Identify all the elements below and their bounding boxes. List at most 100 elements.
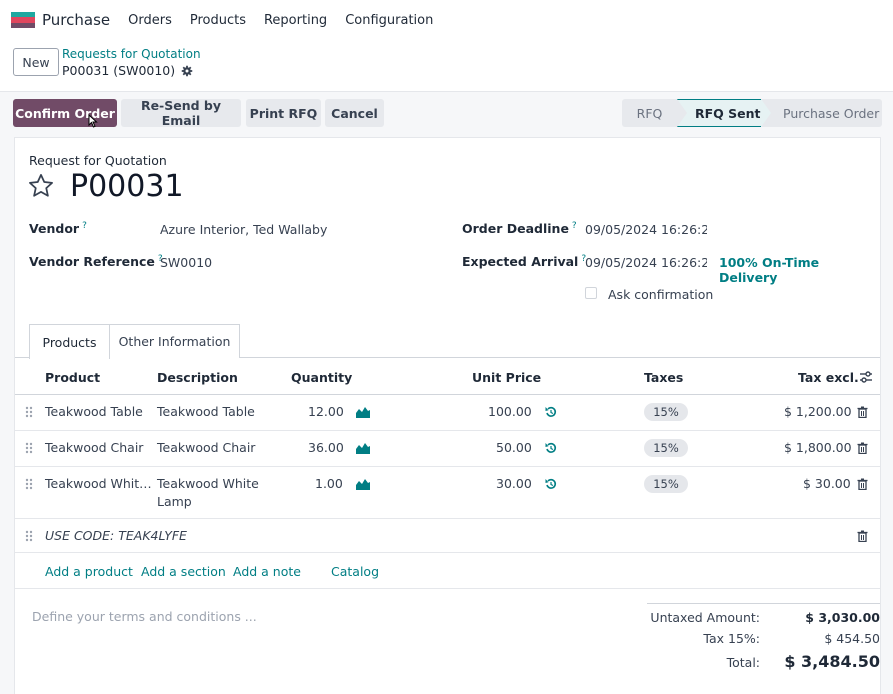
tax-badge[interactable]: 15% (644, 439, 688, 457)
row-description[interactable]: Teakwood White (157, 476, 259, 491)
form-type-label: Request for Quotation (29, 153, 167, 168)
forecast-chart-icon[interactable] (356, 406, 370, 418)
column-settings-icon[interactable] (859, 370, 873, 384)
add-section-link[interactable]: Add a section (141, 564, 226, 579)
status-bar: RFQ RFQ Sent Purchase Order (622, 99, 882, 127)
gear-icon[interactable] (181, 65, 193, 77)
total-label: Total: (726, 655, 760, 670)
total-value: $ 3,484.50 (784, 652, 880, 671)
forecast-chart-icon[interactable] (356, 442, 370, 454)
column-taxes[interactable]: Taxes (644, 370, 683, 385)
reset-price-icon[interactable] (545, 478, 557, 490)
order-title: P00031 (70, 169, 184, 204)
tab-products[interactable]: Products (29, 324, 110, 359)
on-time-delivery-link[interactable]: 100% On-Time Delivery (719, 255, 880, 285)
drag-handle-icon[interactable] (25, 530, 33, 542)
trash-icon[interactable] (857, 406, 868, 418)
column-unit-price[interactable]: Unit Price (472, 370, 541, 385)
menu-reporting[interactable]: Reporting (264, 13, 327, 28)
row-subtotal: $ 30.00 (803, 476, 851, 491)
row-quantity[interactable]: 12.00 (308, 404, 344, 419)
app-name[interactable]: Purchase (42, 11, 110, 29)
purchase-app-icon[interactable] (11, 12, 35, 28)
row-quantity[interactable]: 36.00 (308, 440, 344, 455)
confirm-order-button[interactable]: Confirm Order (13, 99, 117, 127)
row-product[interactable]: Teakwood Chair (45, 440, 143, 455)
order-deadline-label-text: Order Deadline (462, 221, 569, 237)
stage-purchase-order[interactable]: Purchase Order (761, 99, 882, 127)
tax-label: Tax 15%: (703, 631, 760, 646)
reset-price-icon[interactable] (545, 442, 557, 454)
top-navbar: Purchase Orders Products Reporting Confi… (0, 0, 893, 40)
catalog-link[interactable]: Catalog (331, 564, 379, 579)
add-line-links: Add a product Add a section Add a note C… (15, 553, 880, 589)
help-mark[interactable]: ? (572, 221, 577, 231)
ask-confirmation-label: Ask confirmation (608, 287, 714, 302)
row-unit-price[interactable]: 100.00 (488, 404, 532, 419)
row-product[interactable]: Teakwood Whit… (45, 476, 152, 491)
mouse-cursor-icon (88, 114, 98, 128)
order-lines-header: Product Description Quantity Unit Price … (15, 359, 880, 395)
vendor-label-text: Vendor (29, 221, 80, 237)
terms-conditions-input[interactable]: Define your terms and conditions ... (32, 609, 257, 624)
tax-badge[interactable]: 15% (644, 475, 688, 493)
vendor-reference-label: Vendor Reference? (29, 254, 163, 269)
breadcrumb-current: P00031 (SW0010) (62, 63, 193, 78)
table-row[interactable]: Teakwood Chair Teakwood Chair 36.00 50.0… (15, 431, 880, 467)
help-mark[interactable]: ? (82, 221, 87, 231)
row-quantity[interactable]: 1.00 (315, 476, 343, 491)
reset-price-icon[interactable] (545, 406, 557, 418)
add-note-link[interactable]: Add a note (233, 564, 301, 579)
forecast-chart-icon[interactable] (356, 478, 370, 490)
column-quantity[interactable]: Quantity (291, 370, 352, 385)
column-description[interactable]: Description (157, 370, 238, 385)
untaxed-amount-label: Untaxed Amount: (650, 610, 760, 625)
row-description[interactable]: Teakwood Chair (157, 440, 255, 455)
drag-handle-icon[interactable] (25, 406, 33, 418)
vendor-field[interactable]: Azure Interior, Ted Wallaby (160, 222, 327, 237)
print-rfq-button[interactable]: Print RFQ (246, 99, 321, 127)
stage-rfq-sent[interactable]: RFQ Sent (677, 99, 771, 127)
menu-configuration[interactable]: Configuration (345, 13, 433, 28)
order-deadline-label: Order Deadline? (462, 221, 577, 236)
stage-rfq[interactable]: RFQ (622, 99, 687, 127)
untaxed-amount-value: $ 3,030.00 (805, 610, 880, 625)
stage-rfq-sent-label: RFQ Sent (695, 105, 761, 121)
note-row[interactable]: USE CODE: TEAK4LYFE (15, 519, 880, 553)
drag-handle-icon[interactable] (25, 478, 33, 490)
trash-icon[interactable] (857, 530, 868, 542)
add-product-link[interactable]: Add a product (45, 564, 133, 579)
menu-orders[interactable]: Orders (128, 13, 172, 28)
expected-arrival-field[interactable]: 09/05/2024 16:26:23 (585, 255, 707, 270)
row-unit-price[interactable]: 50.00 (496, 440, 532, 455)
drag-handle-icon[interactable] (25, 442, 33, 454)
control-panel: New Requests for Quotation P00031 (SW001… (0, 40, 893, 92)
trash-icon[interactable] (857, 478, 868, 490)
row-description[interactable]: Teakwood Table (157, 404, 255, 419)
row-product[interactable]: Teakwood Table (45, 404, 143, 419)
row-description-line2[interactable]: Lamp (157, 494, 192, 509)
ask-confirmation-checkbox[interactable] (585, 287, 597, 299)
new-button[interactable]: New (13, 48, 59, 76)
resend-email-button[interactable]: Re-Send by Email (121, 98, 241, 128)
star-icon[interactable] (27, 172, 55, 200)
breadcrumb-parent[interactable]: Requests for Quotation (62, 47, 201, 61)
trash-icon[interactable] (857, 442, 868, 454)
note-text[interactable]: USE CODE: TEAK4LYFE (45, 528, 187, 543)
order-deadline-field[interactable]: 09/05/2024 16:26:23 (585, 222, 707, 237)
vendor-reference-field[interactable]: SW0010 (160, 255, 212, 270)
totals-panel: Untaxed Amount: $ 3,030.00 Tax 15%: $ 45… (647, 603, 880, 671)
breadcrumb-current-label: P00031 (SW0010) (62, 63, 176, 78)
table-row[interactable]: Teakwood Table Teakwood Table 12.00 100.… (15, 395, 880, 431)
expected-arrival-label: Expected Arrival? (462, 254, 586, 269)
stage-purchase-order-label: Purchase Order (783, 105, 880, 121)
menu-products[interactable]: Products (190, 13, 246, 28)
tax-badge[interactable]: 15% (644, 403, 688, 421)
table-row[interactable]: Teakwood Whit… Teakwood White Lamp 1.00 … (15, 467, 880, 519)
cancel-button[interactable]: Cancel (325, 99, 384, 127)
vendor-reference-label-text: Vendor Reference (29, 254, 155, 270)
row-unit-price[interactable]: 30.00 (496, 476, 532, 491)
column-tax-excl[interactable]: Tax excl. (798, 370, 859, 385)
column-product[interactable]: Product (45, 370, 100, 385)
tab-other-information[interactable]: Other Information (110, 324, 240, 358)
